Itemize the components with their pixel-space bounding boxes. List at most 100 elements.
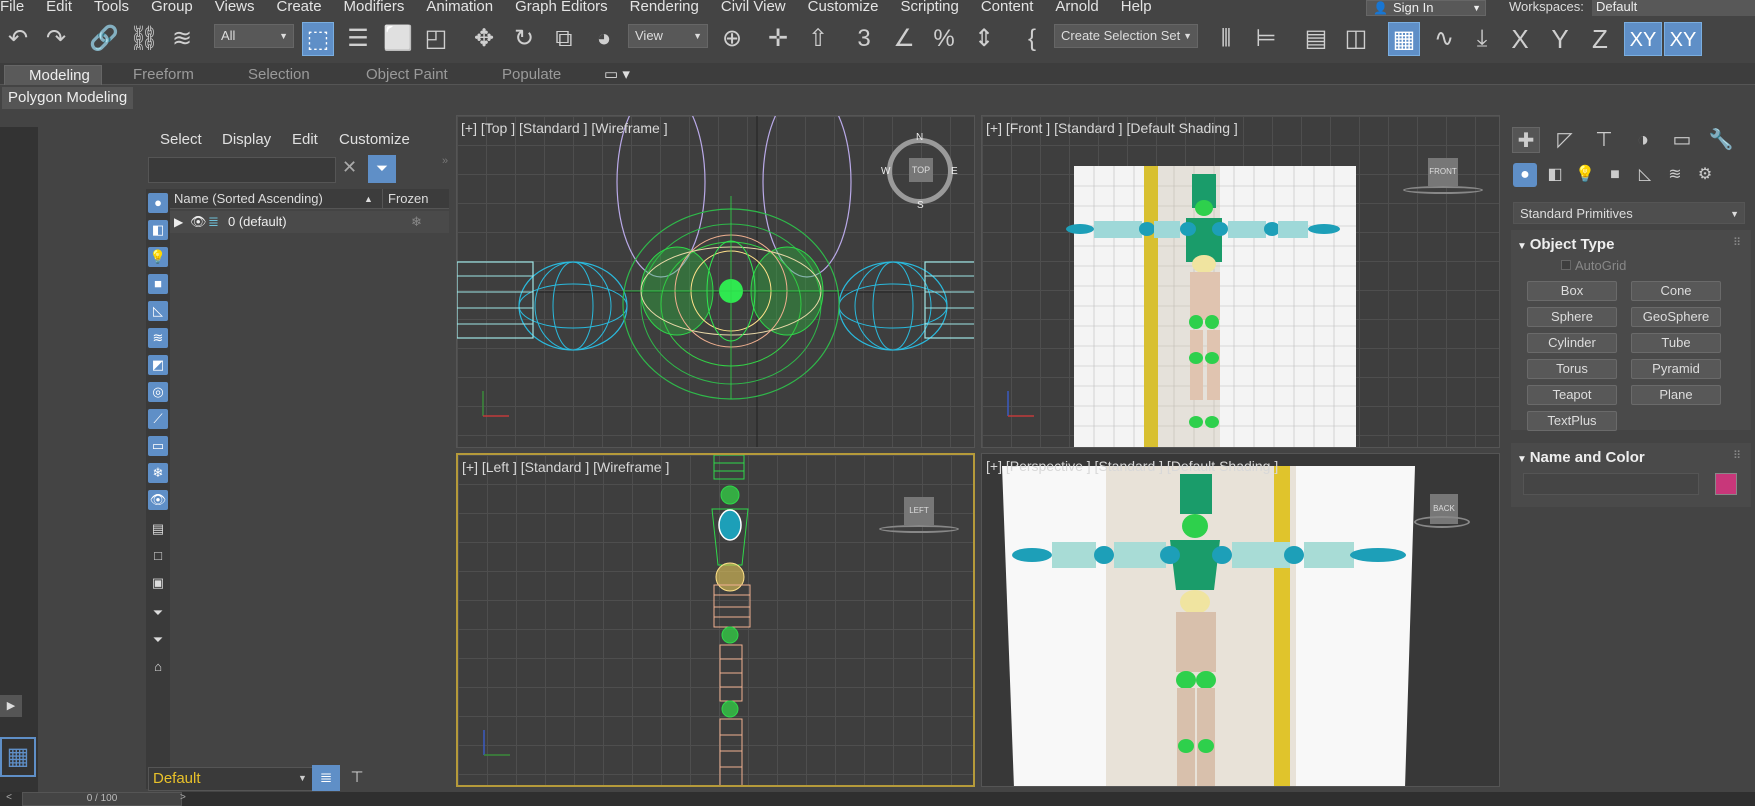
menu-tools[interactable]: Tools — [83, 0, 140, 16]
menu-views[interactable]: Views — [204, 0, 266, 16]
menu-create[interactable]: Create — [266, 0, 333, 16]
rect-selection-region-icon[interactable]: ⬜ — [382, 22, 414, 56]
unlink-icon[interactable]: ⛓ — [128, 22, 160, 56]
keyboard-shortcut-override-icon[interactable]: ⇧ — [802, 22, 834, 56]
layer-explorer-icon[interactable]: ◫ — [1340, 22, 1372, 56]
align-icon[interactable]: ⊨ — [1250, 22, 1282, 56]
sort-by-hierarchy-icon[interactable]: ⊤ — [344, 765, 370, 791]
eye-icon[interactable]: 👁 — [190, 211, 207, 233]
cameras-filter-icon[interactable]: ■ — [148, 274, 168, 294]
viewport-top-label[interactable]: [+] [Top ] [Standard ] [Wireframe ] — [461, 120, 668, 136]
polygon-modeling-panel[interactable]: Polygon Modeling — [2, 87, 134, 109]
viewport-front-label[interactable]: [+] [Front ] [Standard ] [Default Shadin… — [986, 120, 1238, 136]
geometry-category-icon[interactable]: ● — [1513, 163, 1537, 187]
shapes-category-icon[interactable]: ◧ — [1543, 163, 1567, 187]
select-by-name-icon[interactable]: ☰ — [342, 22, 374, 56]
helpers-category-icon[interactable]: ◺ — [1633, 163, 1657, 187]
filter-toggle-icon[interactable]: ⏷ — [148, 603, 168, 623]
tab-populate[interactable]: Populate — [494, 65, 569, 85]
invert-display-icon[interactable]: ▣ — [148, 573, 168, 593]
tube-button[interactable]: Tube — [1631, 333, 1721, 353]
placement-icon[interactable]: ◕ — [588, 22, 620, 56]
schematic-view-icon[interactable]: ⤓ — [1466, 22, 1498, 56]
create-tab-icon[interactable]: ✚ — [1512, 127, 1540, 153]
axis-xy-button[interactable]: XY — [1624, 22, 1662, 56]
geosphere-button[interactable]: GeoSphere — [1631, 307, 1721, 327]
modify-tab-icon[interactable]: ◸ — [1551, 127, 1579, 153]
move-icon[interactable]: ✥ — [468, 22, 500, 56]
frozen-filter-icon[interactable]: ❄ — [148, 463, 168, 483]
systems-category-icon[interactable]: ⚙ — [1693, 163, 1717, 187]
groups-filter-icon[interactable]: ◩ — [148, 355, 168, 375]
viewcube-ring[interactable] — [879, 525, 959, 533]
viewcube-ring[interactable] — [1403, 186, 1483, 194]
xrefs-filter-icon[interactable]: ◎ — [148, 382, 168, 402]
cameras-category-icon[interactable]: ■ — [1603, 163, 1627, 187]
edit-named-selection-icon[interactable]: { — [1016, 22, 1048, 56]
select-object-icon[interactable]: ⬚ — [302, 22, 334, 56]
time-slider-left-icon[interactable]: < — [0, 792, 18, 806]
viewcube-ring[interactable] — [1414, 516, 1470, 528]
menu-customize[interactable]: Customize — [797, 0, 890, 16]
viewcube-front-face[interactable]: FRONT — [1428, 158, 1458, 186]
viewport-left[interactable]: [+] [Left ] [Standard ] [Wireframe ] LEF… — [456, 453, 975, 787]
se-tab-edit[interactable]: Edit — [292, 131, 318, 148]
toggle-ribbon-icon[interactable]: ▦ — [1388, 22, 1420, 56]
rotate-icon[interactable]: ↻ — [508, 22, 540, 56]
object-type-title[interactable]: ▼ Object Type — [1517, 236, 1614, 253]
search-input[interactable] — [148, 157, 336, 183]
menu-modifiers[interactable]: Modifiers — [333, 0, 416, 16]
menu-scripting[interactable]: Scripting — [889, 0, 969, 16]
tab-selection[interactable]: Selection — [240, 65, 318, 85]
undo-icon[interactable]: ↶ — [2, 22, 34, 56]
viewport-front[interactable]: [+] [Front ] [Standard ] [Default Shadin… — [981, 115, 1500, 448]
viewport-top[interactable]: [+] [Top ] [Standard ] [Wireframe ] TOP … — [456, 115, 975, 448]
select-manipulate-icon[interactable]: ✛ — [762, 22, 794, 56]
primitive-category-dropdown[interactable]: Standard Primitives — [1513, 202, 1745, 225]
menu-arnold[interactable]: Arnold — [1044, 0, 1109, 16]
torus-button[interactable]: Torus — [1527, 359, 1617, 379]
spacewarps-filter-icon[interactable]: ≋ — [148, 328, 168, 348]
collapse-icon[interactable]: » — [442, 155, 448, 167]
scale-icon[interactable]: ⧉ — [548, 22, 580, 56]
tab-modeling[interactable]: Modeling — [4, 65, 102, 85]
find-icon[interactable]: ⏷ — [148, 630, 168, 650]
menu-group[interactable]: Group — [140, 0, 204, 16]
workspace-select[interactable]: Default — [1592, 0, 1755, 16]
object-color-swatch[interactable] — [1715, 473, 1737, 495]
menu-help[interactable]: Help — [1110, 0, 1163, 16]
bones-filter-icon[interactable]: ⟋ — [148, 409, 168, 429]
freeze-icon[interactable]: ❄ — [411, 211, 422, 233]
sort-by-layer-icon[interactable]: ≣ — [312, 765, 340, 791]
bind-space-warp-icon[interactable]: ≋ — [166, 22, 198, 56]
axis-z-button[interactable]: Z — [1584, 22, 1616, 56]
helpers-filter-icon[interactable]: ◺ — [148, 301, 168, 321]
ribbon-options-icon[interactable]: ▭ ▾ — [596, 65, 638, 85]
spinner-snap-icon[interactable]: ⇕ — [968, 22, 1000, 56]
selection-set-icon[interactable]: ⌂ — [148, 657, 168, 677]
menu-rendering[interactable]: Rendering — [619, 0, 710, 16]
tab-object-paint[interactable]: Object Paint — [358, 65, 456, 85]
menu-graph-editors[interactable]: Graph Editors — [504, 0, 619, 16]
viewport-perspective[interactable]: [+] [Perspective ] [Standard ] [Default … — [981, 453, 1500, 787]
display-tab-icon[interactable]: ▭ — [1668, 127, 1696, 153]
box-button[interactable]: Box — [1527, 281, 1617, 301]
hidden-filter-icon[interactable]: 👁 — [148, 490, 168, 510]
clear-search-icon[interactable]: ✕ — [342, 157, 357, 178]
tab-freeform[interactable]: Freeform — [125, 65, 202, 85]
lights-category-icon[interactable]: 💡 — [1573, 163, 1597, 187]
textplus-button[interactable]: TextPlus — [1527, 411, 1617, 431]
teapot-button[interactable]: Teapot — [1527, 385, 1617, 405]
utilities-tab-icon[interactable]: 🔧 — [1707, 127, 1735, 153]
spacewarps-category-icon[interactable]: ≋ — [1663, 163, 1687, 187]
reference-coordinate-dropdown[interactable]: View — [628, 24, 708, 48]
axis-x-button[interactable]: X — [1504, 22, 1536, 56]
column-frozen-header[interactable]: Frozen — [388, 189, 428, 209]
time-slider-right-icon[interactable]: > — [180, 792, 194, 803]
mirror-icon[interactable]: ⫴ — [1210, 22, 1242, 56]
viewcube-left-face[interactable]: LEFT — [904, 497, 934, 525]
axis-xy-cycle-button[interactable]: XY — [1664, 22, 1702, 56]
viewcube-top-face[interactable]: TOP — [909, 158, 933, 182]
viewport-perspective-label[interactable]: [+] [Perspective ] [Standard ] [Default … — [986, 458, 1278, 474]
menu-animation[interactable]: Animation — [415, 0, 504, 16]
